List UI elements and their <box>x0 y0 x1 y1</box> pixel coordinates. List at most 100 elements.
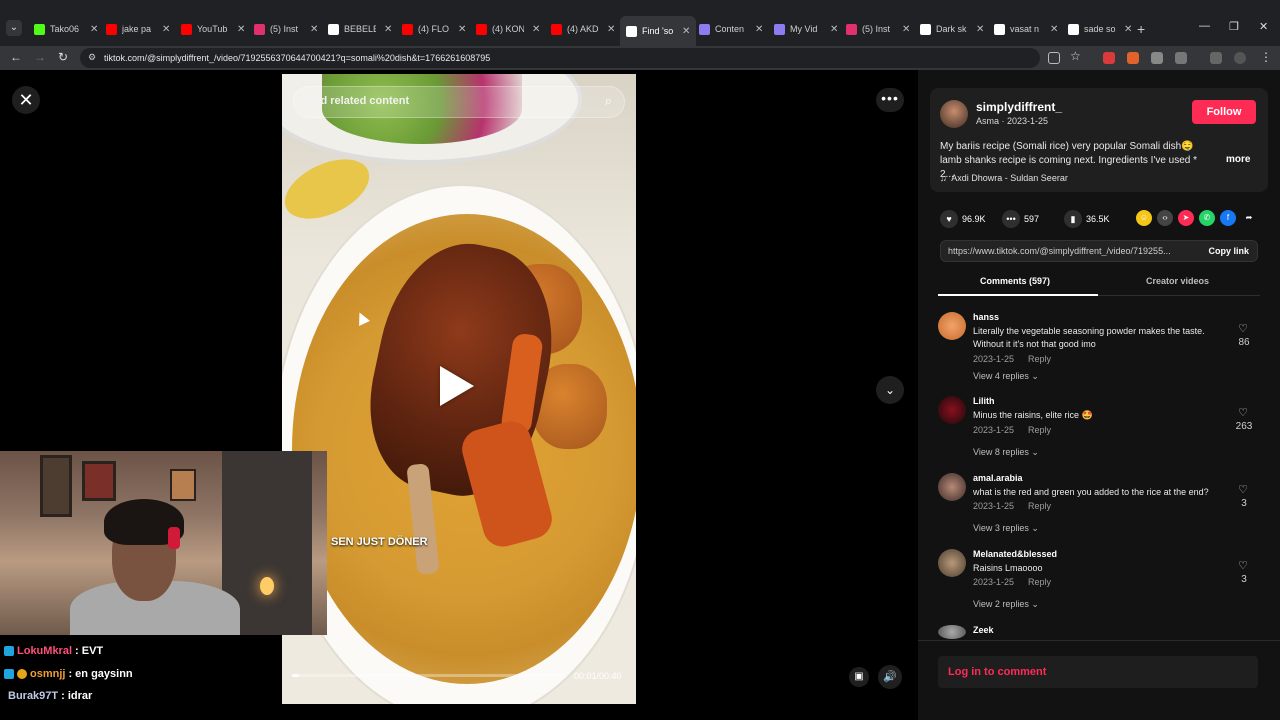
more-options-button[interactable]: ••• <box>876 88 904 112</box>
browser-tab[interactable]: sade so ✕ <box>1062 18 1138 40</box>
related-search-input[interactable]: Find related content ⌕ <box>293 86 625 118</box>
reply-button[interactable]: Reply <box>1028 354 1051 364</box>
bookmark-star-icon[interactable]: ☆ <box>1070 49 1081 63</box>
commenter-avatar[interactable] <box>938 396 966 424</box>
browser-tab[interactable]: Conten ✕ <box>693 18 769 40</box>
tab-close-icon[interactable]: ✕ <box>755 24 763 35</box>
follow-button[interactable]: Follow <box>1192 100 1256 124</box>
view-replies-button[interactable]: View 3 replies ⌄ <box>973 523 1039 534</box>
view-replies-button[interactable]: View 2 replies ⌄ <box>973 599 1039 610</box>
browser-tab[interactable]: (4) KON ✕ <box>470 18 546 40</box>
comment-like-icon[interactable]: ♡ <box>1238 322 1248 335</box>
tab-comments[interactable]: Comments (597) <box>980 276 1050 286</box>
commenter-avatar[interactable] <box>938 473 966 501</box>
tab-list-button[interactable]: ⌄ <box>6 20 22 36</box>
browser-tab[interactable]: (5) Inst ✕ <box>248 18 324 40</box>
author-username[interactable]: simplydiffrent_ <box>976 100 1062 114</box>
copy-link-button[interactable]: Copy link <box>1208 246 1249 256</box>
commenter-name[interactable]: Melanated&blessed <box>973 549 1057 559</box>
commenter-name[interactable]: Lilith <box>973 396 995 406</box>
close-window-button[interactable]: ✕ <box>1259 20 1268 33</box>
minimize-button[interactable]: — <box>1199 20 1210 32</box>
tab-close-icon[interactable]: ✕ <box>1050 24 1058 35</box>
embed-share-icon[interactable]: ☺ <box>1136 210 1152 226</box>
tab-creator-videos[interactable]: Creator videos <box>1146 276 1209 286</box>
new-tab-button[interactable]: + <box>1137 21 1145 37</box>
send-icon[interactable]: ➤ <box>1178 210 1194 226</box>
more-link[interactable]: more <box>1226 154 1250 165</box>
commenter-name[interactable]: amal.arabia <box>973 473 1023 483</box>
browser-tab[interactable]: jake pa ✕ <box>100 18 176 40</box>
tab-close-icon[interactable]: ✕ <box>976 24 984 35</box>
tab-close-icon[interactable]: ✕ <box>384 24 392 35</box>
save-stat[interactable]: ▮ 36.5K <box>1064 210 1110 228</box>
browser-tab[interactable]: (5) Inst ✕ <box>840 18 916 40</box>
browser-menu-icon[interactable]: ⋮ <box>1260 50 1272 64</box>
share-link[interactable]: https://www.tiktok.com/@simplydiffrent_/… <box>948 246 1194 256</box>
comment-like-icon[interactable]: ♡ <box>1238 483 1248 496</box>
whatsapp-icon[interactable]: ✆ <box>1199 210 1215 226</box>
picture-in-picture-icon[interactable]: ▣ <box>849 667 869 687</box>
tab-close-icon[interactable]: ✕ <box>830 24 838 35</box>
commenter-name[interactable]: Zeek <box>973 625 994 635</box>
view-replies-button[interactable]: View 8 replies ⌄ <box>973 447 1039 458</box>
code-embed-icon[interactable]: ‹› <box>1157 210 1173 226</box>
commenter-name[interactable]: hanss <box>973 312 999 322</box>
tab-label: (4) FLO <box>418 24 450 34</box>
close-video-button[interactable]: ✕ <box>12 86 40 114</box>
install-app-icon[interactable] <box>1048 52 1060 64</box>
tab-close-icon[interactable]: ✕ <box>458 24 466 35</box>
tab-close-icon[interactable]: ✕ <box>902 24 910 35</box>
next-video-chevron-icon[interactable]: ⌄ <box>876 376 904 404</box>
browser-tab[interactable]: Tako06 ✕ <box>28 18 104 40</box>
browser-tab[interactable]: My Vid ✕ <box>768 18 844 40</box>
play-icon[interactable] <box>440 366 474 406</box>
share-arrow-icon[interactable]: ➦ <box>1241 210 1257 226</box>
reply-button[interactable]: Reply <box>1028 425 1051 435</box>
extension-icon-2[interactable] <box>1127 52 1139 64</box>
tab-close-icon[interactable]: ✕ <box>237 24 245 35</box>
browser-tab[interactable]: vasat n ✕ <box>988 18 1064 40</box>
commenter-avatar[interactable] <box>938 625 966 639</box>
reply-button[interactable]: Reply <box>1028 501 1051 511</box>
volume-icon[interactable]: 🔊 <box>878 665 902 689</box>
tab-close-icon[interactable]: ✕ <box>1124 24 1132 35</box>
comment-like-icon[interactable]: ♡ <box>1238 406 1248 419</box>
tab-close-icon[interactable]: ✕ <box>90 24 98 35</box>
author-avatar[interactable] <box>940 100 968 128</box>
browser-tab[interactable]: BEBELE ✕ <box>322 18 398 40</box>
extension-icon-1[interactable] <box>1103 52 1115 64</box>
comment-stat[interactable]: ••• 597 <box>1002 210 1039 228</box>
tab-close-icon[interactable]: ✕ <box>682 26 690 37</box>
browser-tab[interactable]: Find 'so ✕ <box>620 16 697 46</box>
profile-avatar-icon[interactable] <box>1234 52 1246 64</box>
reload-button[interactable]: ↻ <box>58 50 68 64</box>
browser-tab[interactable]: (4) AKD ✕ <box>545 18 621 40</box>
tab-close-icon[interactable]: ✕ <box>162 24 170 35</box>
facebook-icon[interactable]: f <box>1220 210 1236 226</box>
view-replies-button[interactable]: View 4 replies ⌄ <box>973 371 1039 382</box>
tab-close-icon[interactable]: ✕ <box>532 24 540 35</box>
browser-tab[interactable]: (4) FLO ✕ <box>396 18 472 40</box>
commenter-avatar[interactable] <box>938 549 966 577</box>
media-control-icon[interactable] <box>1210 52 1222 64</box>
browser-tab[interactable]: Dark sk ✕ <box>914 18 990 40</box>
video-progress-bar[interactable] <box>292 674 562 677</box>
reply-button[interactable]: Reply <box>1028 577 1051 587</box>
browser-tab[interactable]: YouTub ✕ <box>175 18 251 40</box>
extensions-puzzle-icon[interactable] <box>1175 52 1187 64</box>
site-info-icon[interactable]: ⚙ <box>88 52 96 63</box>
search-icon[interactable]: ⌕ <box>605 93 612 109</box>
extension-icon-3[interactable] <box>1151 52 1163 64</box>
tab-close-icon[interactable]: ✕ <box>607 24 615 35</box>
forward-button[interactable]: → <box>34 50 46 64</box>
commenter-avatar[interactable] <box>938 312 966 340</box>
comment-like-icon[interactable]: ♡ <box>1238 559 1248 572</box>
url-field[interactable]: tiktok.com/@simplydiffrent_/video/719255… <box>80 48 1040 68</box>
music-row[interactable]: ♫ Axdi Dhowra - Suldan Seerar <box>940 173 1068 183</box>
back-button[interactable]: ← <box>10 50 22 64</box>
like-stat[interactable]: ♥ 96.9K <box>940 210 986 228</box>
maximize-button[interactable]: ❐ <box>1229 20 1239 33</box>
login-to-comment-button[interactable]: Log in to comment <box>938 656 1258 688</box>
tab-close-icon[interactable]: ✕ <box>310 24 318 35</box>
